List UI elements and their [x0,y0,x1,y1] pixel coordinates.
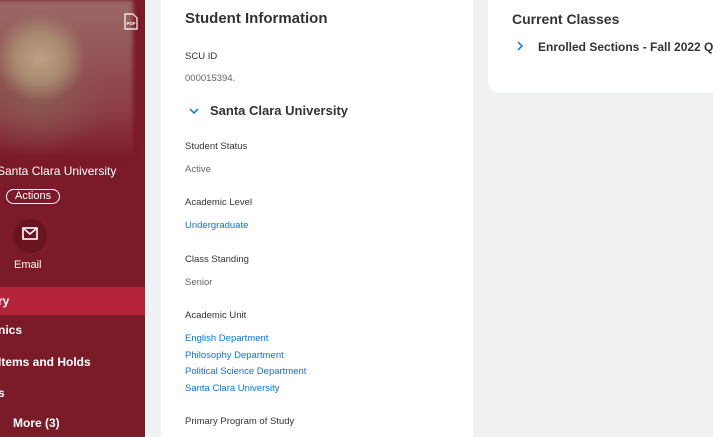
profile-photo [0,0,133,160]
chevron-down-icon [189,103,199,118]
chevron-right-icon [517,40,524,54]
class-standing-label: Class Standing [185,254,249,265]
email-label: Email [14,259,42,271]
pdf-icon[interactable]: PDF [124,13,138,30]
current-classes-card: Current Classes Enrolled Sections - Fall… [488,0,713,93]
academic-unit-label: Academic Unit [185,310,247,321]
primary-program-label: Primary Program of Study [185,416,295,427]
university-section-toggle[interactable]: Santa Clara University [189,103,348,118]
student-status-label: Student Status [185,141,248,152]
enrolled-sections-label: Enrolled Sections - Fall 2022 Qu [538,40,713,54]
academic-unit-link[interactable]: Santa Clara University [185,383,280,394]
organization-name: Santa Clara University [0,164,117,178]
academic-level-label: Academic Level [185,197,253,208]
student-status-value: Active [185,164,211,175]
current-classes-title: Current Classes [512,11,620,27]
nav-item-academics[interactable]: nics [0,316,145,344]
scu-id-label: SCU ID [185,51,218,62]
enrolled-sections-toggle[interactable]: Enrolled Sections - Fall 2022 Qu [517,40,713,54]
academic-unit-link[interactable]: English Department [185,333,268,344]
student-information-card: Student Information SCU ID 000015394. Sa… [161,0,473,437]
sidebar: PDF Santa Clara University Actions Email… [0,0,145,437]
scu-id-value: 000015394. [185,73,236,84]
nav-item-contacts[interactable]: s [0,379,145,407]
nav-more-button[interactable]: More (3) [13,409,143,437]
nav-item-summary[interactable]: ry [0,287,145,315]
academic-unit-link[interactable]: Political Science Department [185,366,306,377]
actions-button[interactable]: Actions [6,189,61,204]
email-button[interactable] [13,219,47,253]
academic-level-link[interactable]: Undergraduate [185,220,248,231]
student-information-title: Student Information [185,10,328,27]
university-section-title: Santa Clara University [210,103,349,118]
class-standing-value: Senior [185,277,213,288]
envelope-icon [22,227,38,245]
nav-item-action-items-and-holds[interactable]: Items and Holds [0,348,145,376]
svg-text:PDF: PDF [127,21,136,26]
academic-unit-link[interactable]: Philosophy Department [185,350,284,361]
